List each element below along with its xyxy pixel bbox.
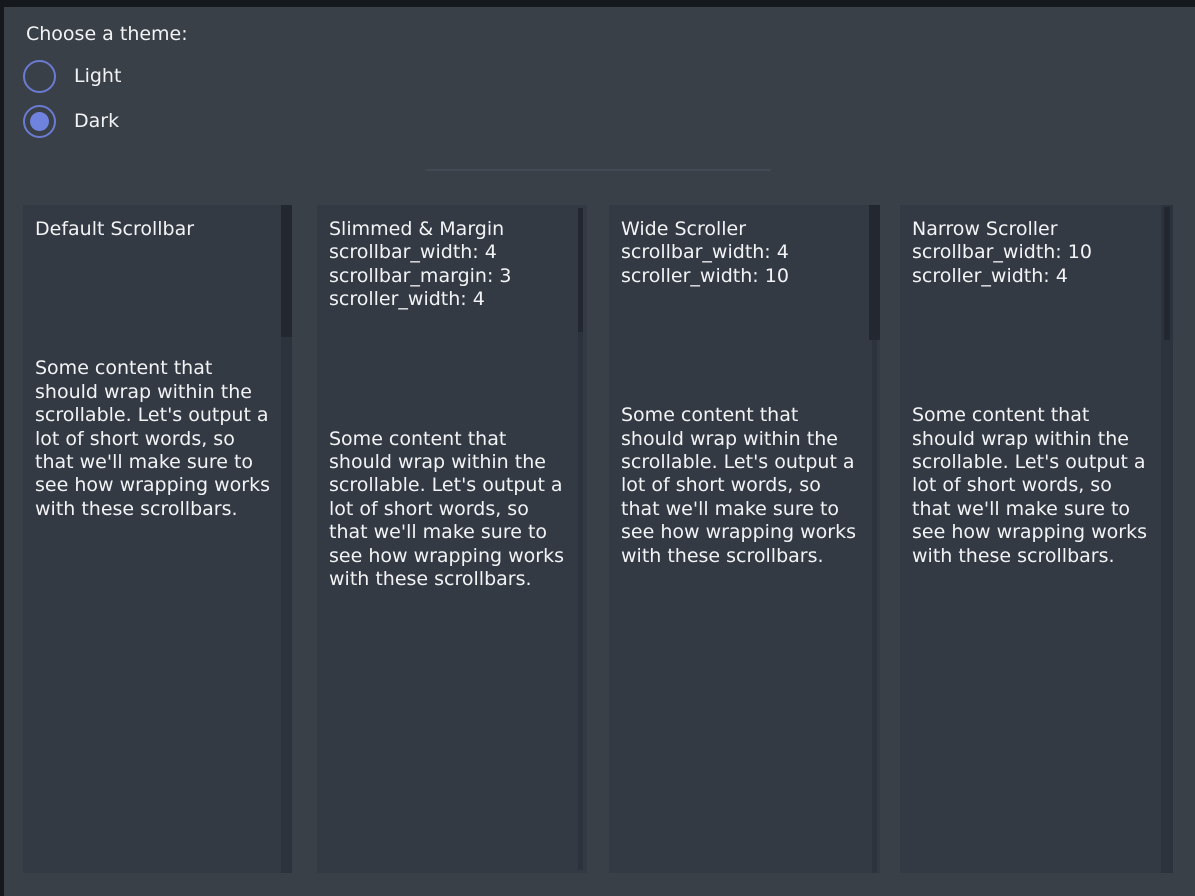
vertical-scrollbar-thumb[interactable] — [281, 205, 292, 337]
panel-content: Some content that should wrap within the… — [329, 428, 564, 592]
panel-wide-scroller[interactable]: Wide Scroller scrollbar_width: 4 scrolle… — [609, 205, 880, 873]
panel-title: Narrow Scroller — [912, 205, 1147, 241]
radio-button-icon[interactable] — [23, 105, 56, 138]
radio-selected-dot — [30, 112, 49, 131]
vertical-scrollbar-track[interactable] — [1161, 205, 1173, 873]
panel-params: scrollbar_width: 4 scroller_width: 10 — [621, 241, 856, 288]
radio-option-light[interactable]: Light — [23, 59, 121, 93]
panel-title: Slimmed & Margin — [329, 205, 564, 241]
theme-picker-label: Choose a theme: — [26, 23, 188, 46]
radio-option-label: Dark — [74, 110, 119, 133]
panel-title: Default Scrollbar — [35, 205, 270, 241]
panel-content: Some content that should wrap within the… — [35, 357, 270, 521]
vertical-scrollbar-thumb[interactable] — [1164, 207, 1170, 340]
panel-content: Some content that should wrap within the… — [621, 404, 856, 568]
panel-slimmed-margin[interactable]: Slimmed & Margin scrollbar_width: 4 scro… — [317, 205, 587, 873]
panel-params: scrollbar_width: 4 scrollbar_margin: 3 s… — [329, 241, 564, 311]
vertical-scrollbar-track[interactable] — [578, 208, 583, 870]
panel-params: scrollbar_width: 10 scroller_width: 4 — [912, 241, 1147, 288]
vertical-scrollbar-thumb[interactable] — [869, 205, 880, 340]
app-window: Choose a theme: Light Dark Default Scrol… — [4, 7, 1195, 896]
vertical-scrollbar-track[interactable] — [281, 205, 292, 873]
vertical-scrollbar-track[interactable] — [872, 205, 877, 873]
horizontal-divider — [426, 169, 771, 171]
radio-option-dark[interactable]: Dark — [23, 104, 119, 138]
radio-option-label: Light — [74, 65, 121, 88]
vertical-scrollbar-thumb[interactable] — [578, 208, 583, 332]
panel-content: Some content that should wrap within the… — [912, 404, 1147, 568]
panel-narrow-scroller[interactable]: Narrow Scroller scrollbar_width: 10 scro… — [900, 205, 1173, 873]
panel-title: Wide Scroller — [621, 205, 856, 241]
radio-button-icon[interactable] — [23, 60, 56, 93]
panel-default-scrollbar[interactable]: Default Scrollbar Some content that shou… — [23, 205, 292, 873]
